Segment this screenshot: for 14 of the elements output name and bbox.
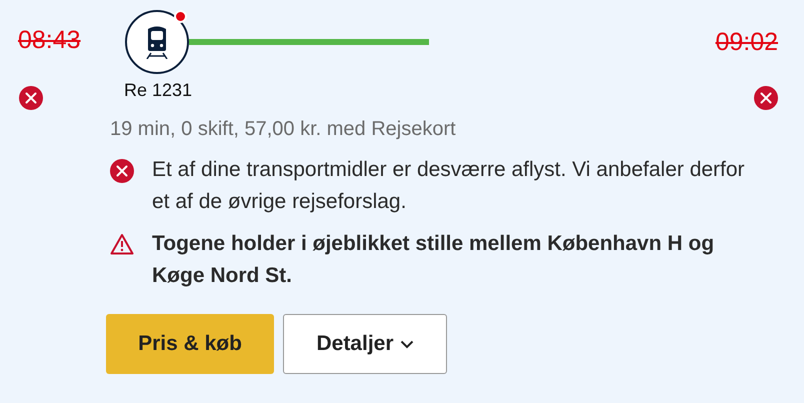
buy-button[interactable]: Pris & køb <box>106 314 274 374</box>
chevron-down-icon <box>400 340 414 348</box>
cancel-icon <box>754 86 778 110</box>
cancel-icon <box>110 159 134 183</box>
cancellation-message: Et af dine transportmidler er desværre aflyst. Vi anbefaler derfor et af de øvrige rejseforslag. <box>152 157 746 215</box>
train-number: Re 1231 <box>124 78 192 102</box>
train-icon <box>144 25 170 59</box>
arrival-time: 09:02 <box>715 30 778 54</box>
departure-time: 08:43 <box>18 26 81 54</box>
details-button[interactable]: Detaljer <box>283 314 447 374</box>
warning-message: Togene holder i øjeblikket stille mellem København H og Køge Nord St. <box>152 231 716 289</box>
trip-summary: 19 min, 0 skift, 57,00 kr. med Rejsekort <box>110 117 457 142</box>
cancel-icon <box>19 86 43 110</box>
warning-icon <box>110 233 134 255</box>
